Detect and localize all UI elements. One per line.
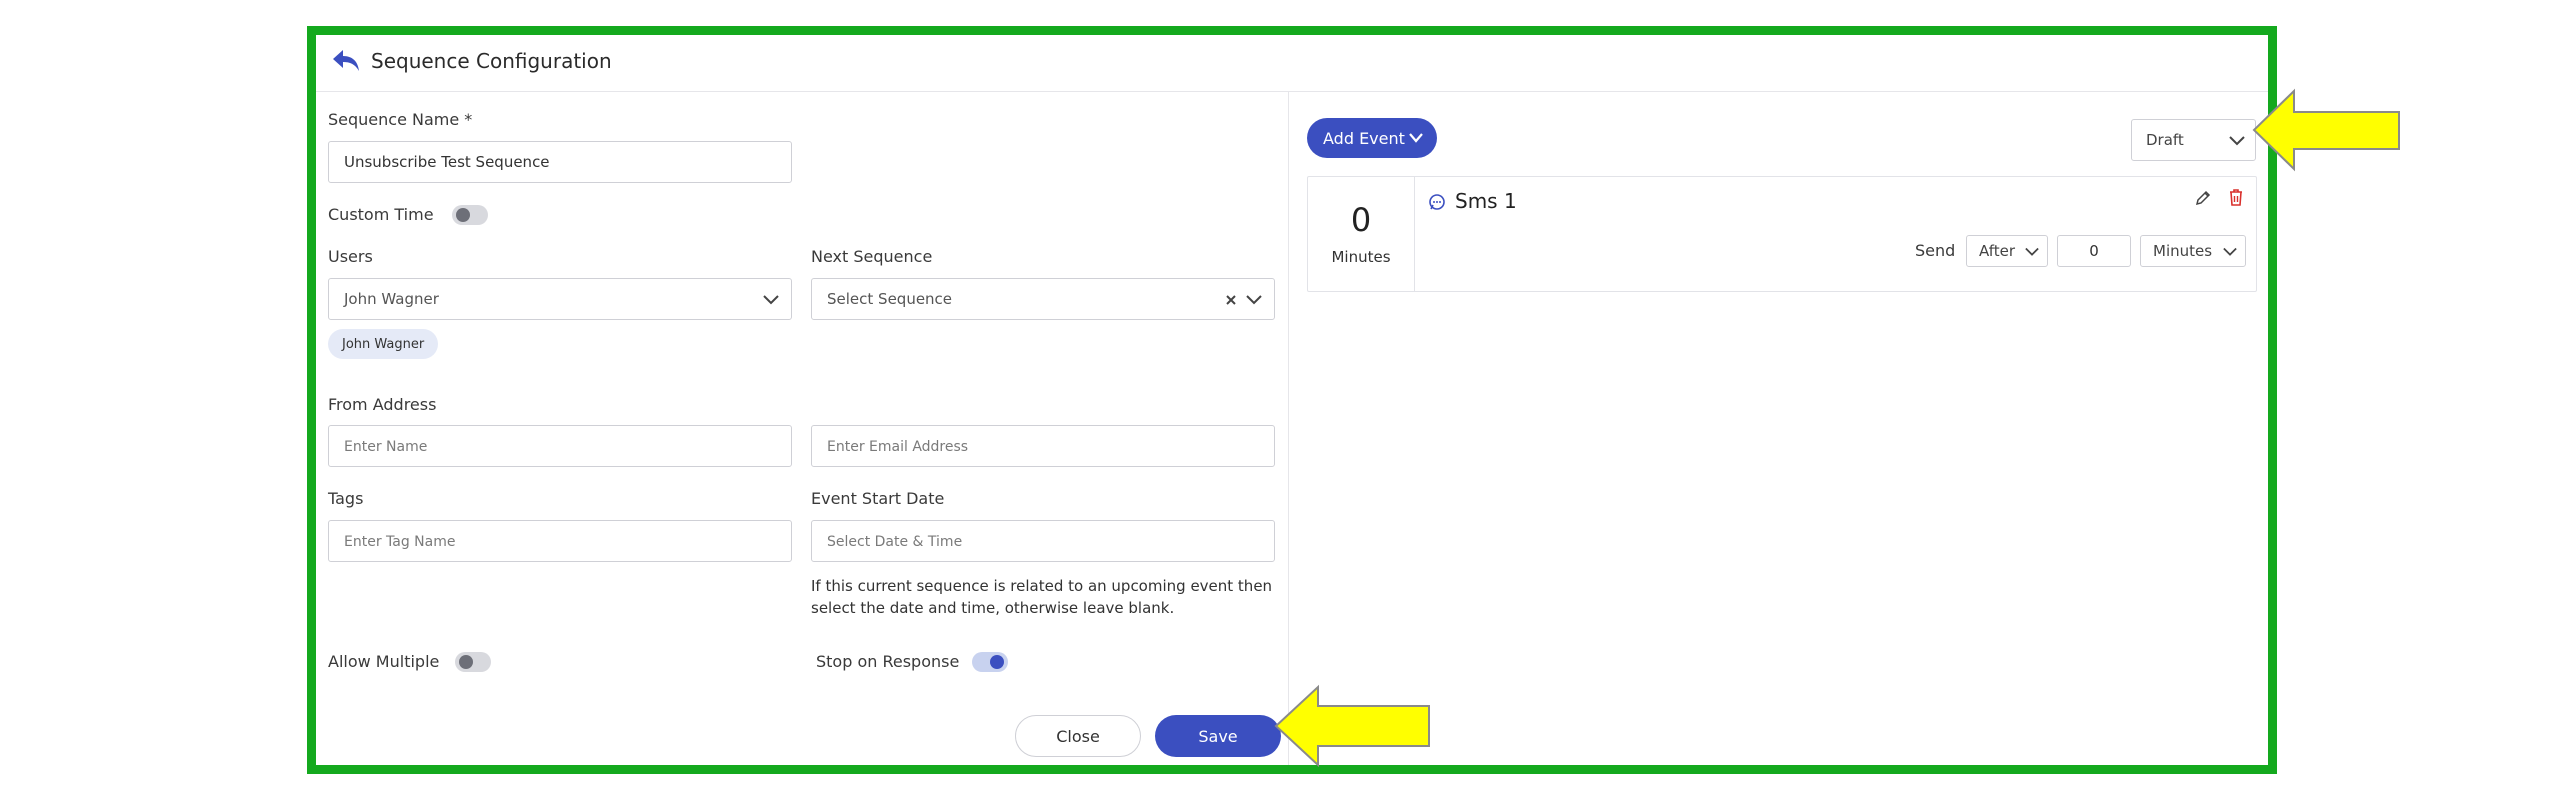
- save-button[interactable]: Save: [1155, 715, 1281, 757]
- chevron-down-icon: [1409, 133, 1423, 143]
- chevron-down-icon: [2223, 247, 2237, 256]
- configuration-frame: Sequence Configuration Sequence Name * C…: [307, 26, 2277, 774]
- send-timing-select[interactable]: After: [1966, 235, 2048, 267]
- users-select[interactable]: John Wagner: [328, 278, 792, 320]
- status-select-value: Draft: [2146, 131, 2184, 149]
- next-sequence-placeholder: Select Sequence: [827, 290, 953, 308]
- edit-pencil-icon[interactable]: [2194, 189, 2212, 207]
- add-event-button[interactable]: Add Event: [1307, 118, 1437, 158]
- close-button[interactable]: Close: [1015, 715, 1141, 757]
- annotation-arrow-status: [2252, 88, 2400, 172]
- chevron-down-icon: [1246, 295, 1262, 305]
- event-start-hint-line1: If this current sequence is related to a…: [811, 577, 1273, 595]
- send-unit-select[interactable]: Minutes: [2140, 235, 2246, 267]
- stop-on-response-label: Stop on Response: [816, 652, 960, 671]
- sequence-name-label: Sequence Name *: [328, 110, 473, 129]
- clear-icon[interactable]: [1226, 295, 1236, 305]
- event-delay-count: 0: [1350, 201, 1372, 239]
- from-address-label: From Address: [328, 395, 437, 414]
- send-amount-input[interactable]: [2057, 235, 2131, 267]
- chevron-down-icon: [2025, 247, 2039, 256]
- next-sequence-label: Next Sequence: [811, 247, 933, 266]
- next-sequence-select[interactable]: Select Sequence: [811, 278, 1275, 320]
- allow-multiple-label: Allow Multiple: [328, 652, 440, 671]
- delete-trash-icon[interactable]: [2228, 188, 2244, 207]
- user-chip[interactable]: John Wagner: [328, 329, 439, 359]
- event-title: Sms 1: [1455, 189, 1517, 213]
- page-title: Sequence Configuration: [371, 49, 612, 73]
- from-name-input[interactable]: [328, 425, 792, 467]
- sms-chat-icon: [1429, 194, 1445, 210]
- users-label: Users: [328, 247, 373, 266]
- send-timing-value: After: [1979, 242, 2016, 260]
- event-start-date-input[interactable]: [811, 520, 1275, 562]
- tags-label: Tags: [328, 489, 364, 508]
- custom-time-toggle[interactable]: [452, 205, 488, 225]
- panel-divider: [1288, 92, 1289, 765]
- send-unit-value: Minutes: [2153, 242, 2213, 260]
- send-label: Send: [1915, 241, 1956, 260]
- allow-multiple-toggle[interactable]: [455, 652, 491, 672]
- annotation-arrow-save: [1274, 684, 1430, 768]
- back-arrow-icon[interactable]: [331, 48, 361, 74]
- tags-input[interactable]: [328, 520, 792, 562]
- users-select-value: John Wagner: [344, 290, 439, 308]
- from-email-input[interactable]: [811, 425, 1275, 467]
- event-delay-unit: Minutes: [1331, 248, 1391, 266]
- stop-on-response-toggle[interactable]: [972, 652, 1008, 672]
- sequence-name-input[interactable]: [328, 141, 792, 183]
- event-card: 0 Minutes Sms 1 Send After Minutes: [1307, 176, 2257, 292]
- status-select[interactable]: Draft: [2131, 119, 2256, 161]
- chevron-down-icon: [2229, 136, 2245, 146]
- chevron-down-icon: [763, 295, 779, 305]
- header: Sequence Configuration: [316, 35, 2268, 92]
- event-delay: 0 Minutes: [1308, 177, 1415, 291]
- add-event-label: Add Event: [1323, 128, 1405, 148]
- event-start-date-label: Event Start Date: [811, 489, 945, 508]
- event-start-hint-line2: select the date and time, otherwise leav…: [811, 599, 1175, 617]
- custom-time-label: Custom Time: [328, 205, 434, 224]
